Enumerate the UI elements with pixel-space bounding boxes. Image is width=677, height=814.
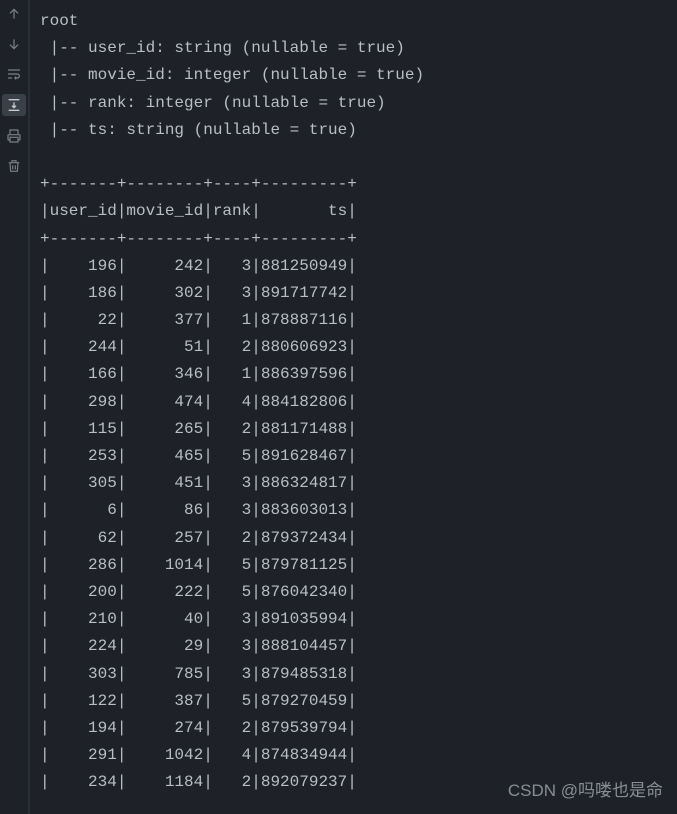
trash-icon[interactable] xyxy=(4,156,24,176)
table-output: +-------+--------+----+---------+ |user_… xyxy=(40,175,357,791)
scroll-to-end-icon[interactable] xyxy=(2,94,26,116)
arrow-up-icon[interactable] xyxy=(4,4,24,24)
print-icon[interactable] xyxy=(4,126,24,146)
schema-root: root xyxy=(40,12,78,30)
console-output: root |-- user_id: string (nullable = tru… xyxy=(30,8,424,796)
watermark-text: CSDN @吗喽也是命 xyxy=(508,777,663,806)
arrow-down-icon[interactable] xyxy=(4,34,24,54)
sidebar-toolbar xyxy=(0,0,28,814)
wrap-lines-icon[interactable] xyxy=(4,64,24,84)
schema-fields: |-- user_id: string (nullable = true) |-… xyxy=(40,39,424,139)
